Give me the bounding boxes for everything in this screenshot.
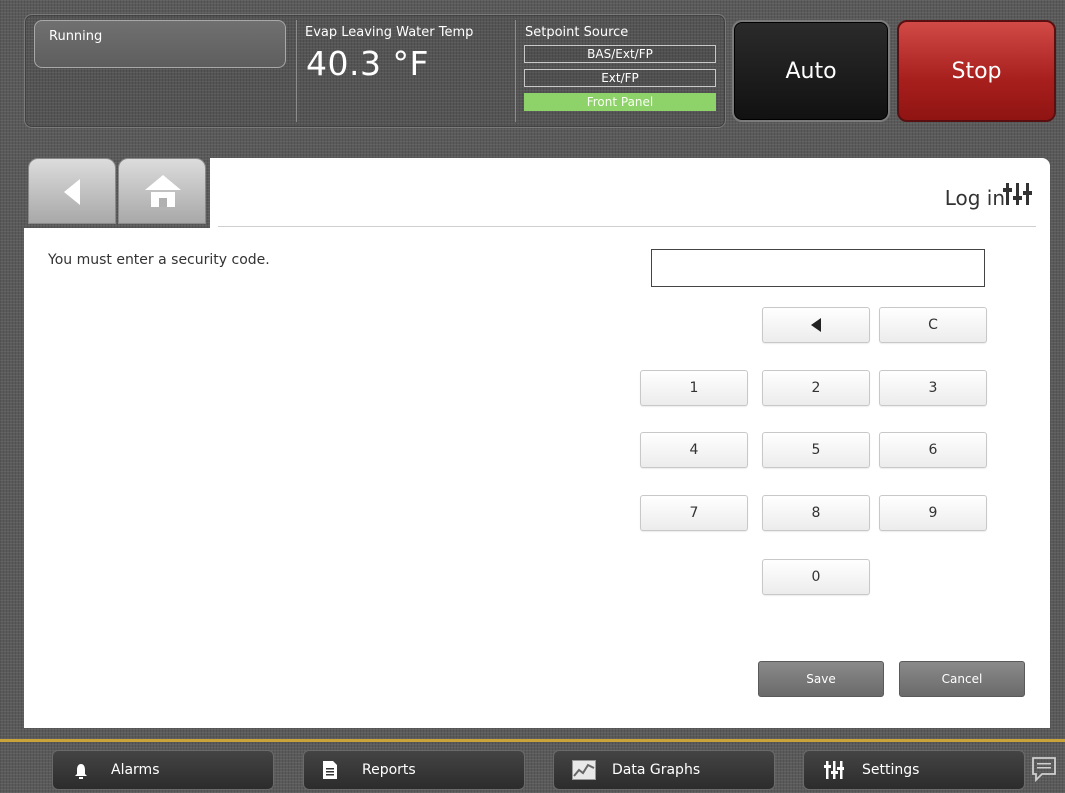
document-icon xyxy=(323,761,337,779)
key-0[interactable]: 0 xyxy=(762,559,870,595)
auto-button[interactable]: Auto xyxy=(732,20,890,122)
reports-label: Reports xyxy=(362,762,416,778)
key-7[interactable]: 7 xyxy=(640,495,748,531)
alarms-label: Alarms xyxy=(111,762,160,778)
sliders-icon xyxy=(824,761,844,779)
bottom-accent-line xyxy=(0,739,1065,742)
data-graphs-label: Data Graphs xyxy=(612,762,701,778)
key-6[interactable]: 6 xyxy=(879,432,987,468)
key-1[interactable]: 1 xyxy=(640,370,748,406)
header-divider xyxy=(218,226,1036,227)
save-button[interactable]: Save xyxy=(758,661,884,697)
evap-temp-label: Evap Leaving Water Temp xyxy=(305,25,474,40)
graph-icon xyxy=(572,760,596,780)
settings-sliders-icon xyxy=(1003,183,1032,205)
stop-button[interactable]: Stop xyxy=(897,20,1056,122)
setpoint-option-front-panel[interactable]: Front Panel xyxy=(524,93,716,111)
clear-key[interactable]: C xyxy=(879,307,987,343)
bell-icon xyxy=(75,764,87,779)
key-4[interactable]: 4 xyxy=(640,432,748,468)
setpoint-option-bas[interactable]: BAS/Ext/FP xyxy=(524,45,716,63)
running-status: Running xyxy=(34,20,286,68)
home-icon xyxy=(145,175,181,207)
settings-label: Settings xyxy=(862,762,920,778)
back-arrow-icon xyxy=(64,179,80,205)
key-3[interactable]: 3 xyxy=(879,370,987,406)
setpoint-option-ext[interactable]: Ext/FP xyxy=(524,69,716,87)
content-header xyxy=(210,158,1050,230)
divider xyxy=(296,20,297,122)
data-graphs-button[interactable]: Data Graphs xyxy=(553,750,775,790)
chat-icon[interactable] xyxy=(1030,755,1058,783)
content-panel xyxy=(24,228,1050,728)
backspace-key[interactable] xyxy=(762,307,870,343)
evap-temp-value: 40.3 °F xyxy=(306,44,429,83)
divider xyxy=(515,20,516,122)
key-2[interactable]: 2 xyxy=(762,370,870,406)
security-prompt: You must enter a security code. xyxy=(48,252,270,268)
page-title: Log in xyxy=(945,186,1005,210)
back-button[interactable] xyxy=(28,158,116,224)
key-9[interactable]: 9 xyxy=(879,495,987,531)
reports-button[interactable]: Reports xyxy=(303,750,525,790)
home-button[interactable] xyxy=(118,158,206,224)
settings-button[interactable]: Settings xyxy=(803,750,1025,790)
cancel-button[interactable]: Cancel xyxy=(899,661,1025,697)
backspace-arrow-icon xyxy=(811,318,821,332)
alarms-button[interactable]: Alarms xyxy=(52,750,274,790)
running-status-label: Running xyxy=(49,29,103,44)
security-code-input[interactable] xyxy=(651,249,985,287)
key-5[interactable]: 5 xyxy=(762,432,870,468)
setpoint-source-label: Setpoint Source xyxy=(525,25,629,40)
page-title-text: Log in xyxy=(944,186,1005,210)
key-8[interactable]: 8 xyxy=(762,495,870,531)
